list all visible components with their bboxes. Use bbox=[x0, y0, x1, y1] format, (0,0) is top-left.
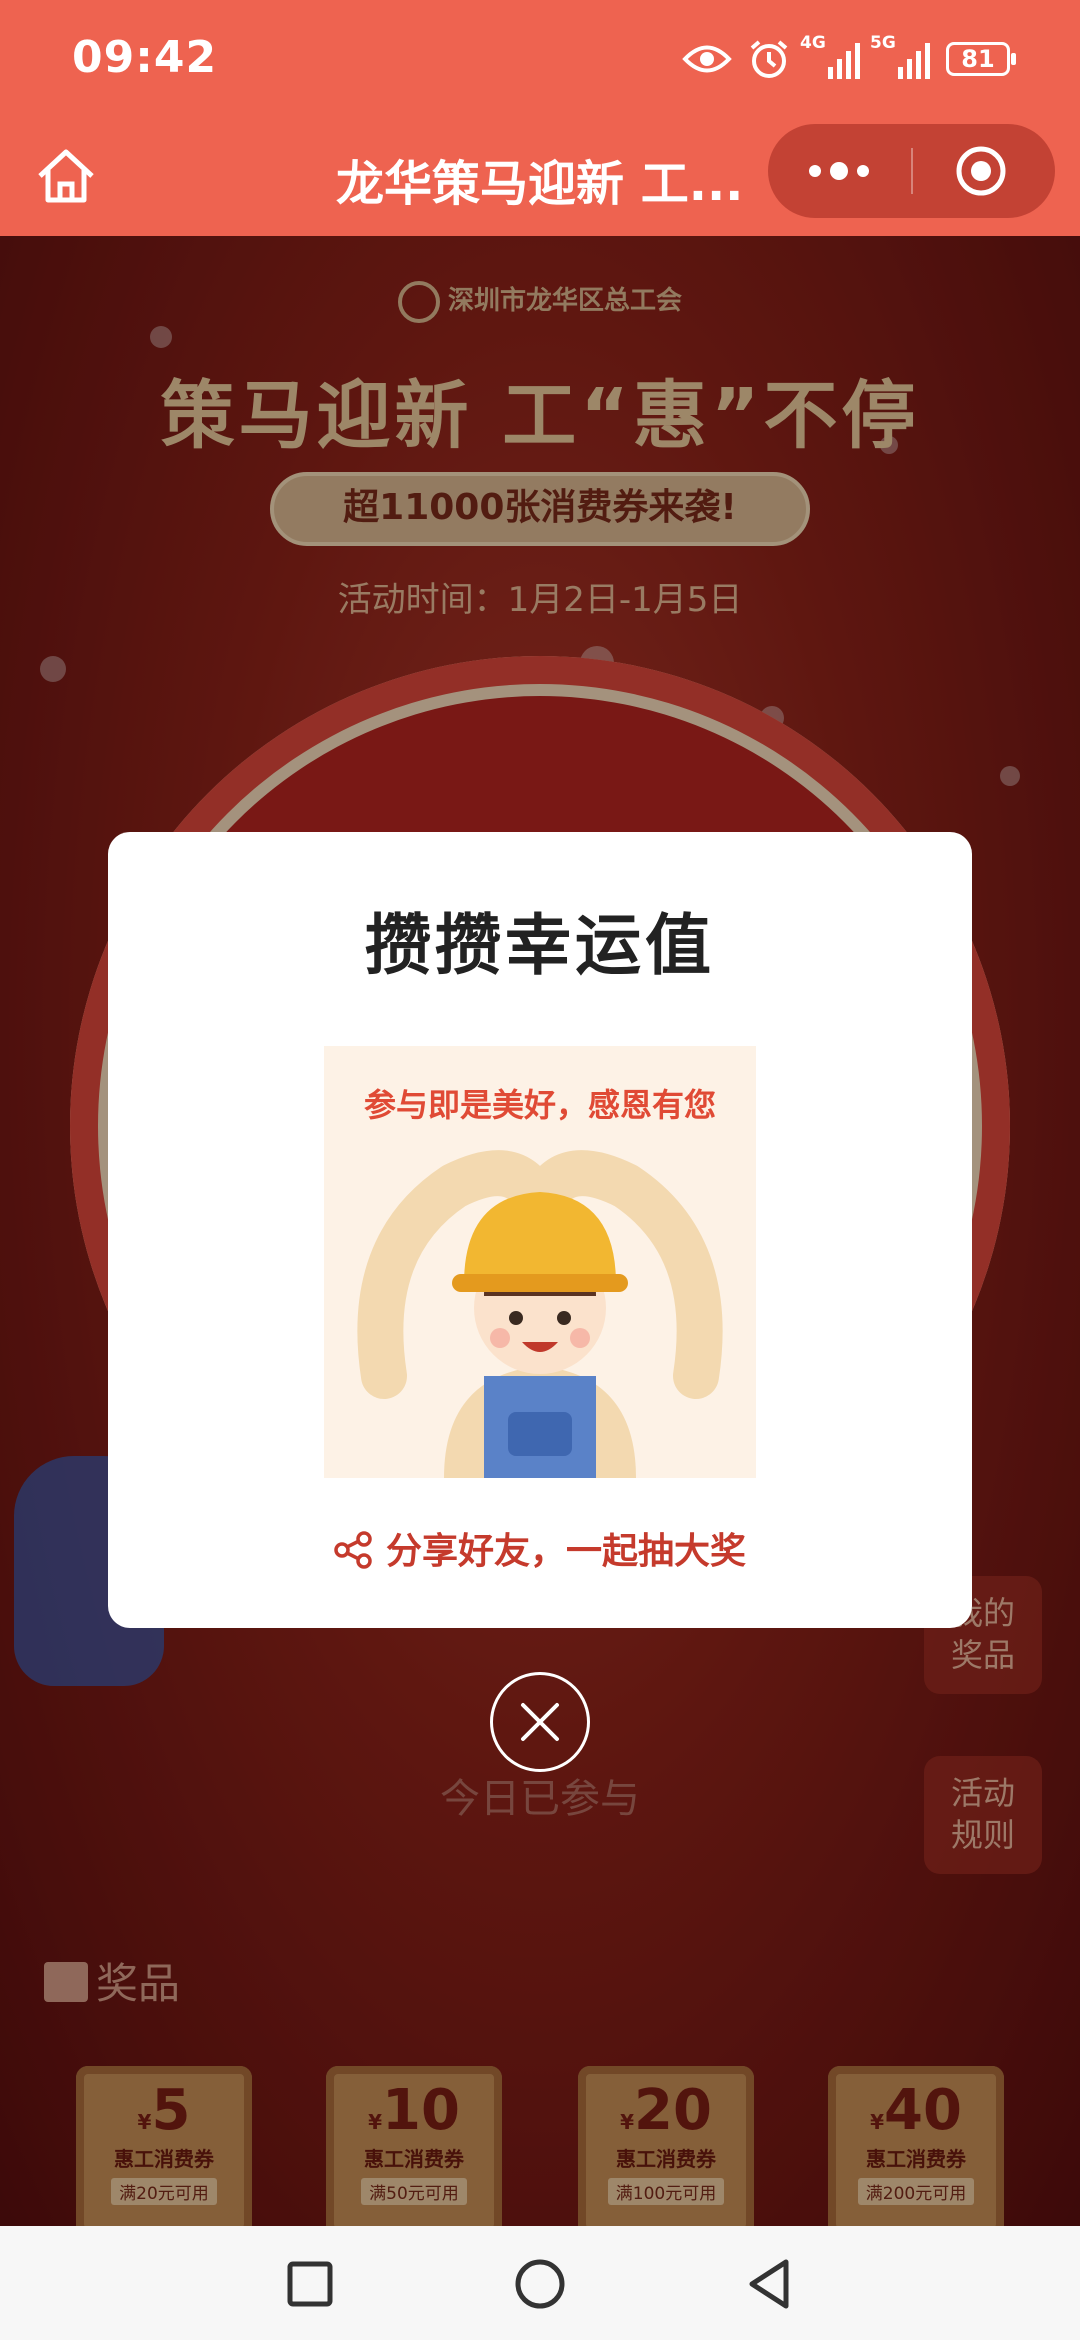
system-nav-bar bbox=[0, 2226, 1080, 2340]
recents-button[interactable] bbox=[270, 2244, 350, 2324]
exit-miniprogram-button[interactable] bbox=[913, 124, 1055, 218]
more-dots-icon bbox=[809, 162, 869, 180]
circle-icon bbox=[515, 2259, 565, 2309]
lucky-value-modal: 攒攒幸运值 参与即是美好，感恩有您 分享好友，一起抽大奖 bbox=[108, 832, 972, 1628]
eye-icon bbox=[682, 45, 732, 73]
back-button[interactable] bbox=[730, 2244, 810, 2324]
battery-icon: 81 bbox=[946, 42, 1016, 76]
close-modal-button[interactable] bbox=[490, 1672, 590, 1772]
home-nav-button[interactable] bbox=[500, 2244, 580, 2324]
back-triangle-icon bbox=[749, 2259, 789, 2309]
share-button[interactable]: 分享好友，一起抽大奖 bbox=[108, 1522, 972, 1574]
thank-you-illustration: 参与即是美好，感恩有您 bbox=[324, 1046, 756, 1478]
worker-character-icon bbox=[357, 1150, 723, 1478]
network-4g-label: 4G bbox=[800, 33, 826, 53]
signal-4g-icon: 4G bbox=[800, 33, 860, 79]
share-label: 分享好友，一起抽大奖 bbox=[385, 1531, 746, 1572]
more-button[interactable] bbox=[768, 124, 911, 218]
home-icon bbox=[38, 149, 94, 203]
close-icon bbox=[521, 1703, 559, 1741]
modal-title: 攒攒幸运值 bbox=[365, 907, 715, 984]
share-icon bbox=[334, 1531, 372, 1569]
alarm-icon bbox=[750, 40, 788, 78]
page-title: 龙华策马迎新 工... bbox=[336, 156, 744, 212]
status-bar: 09:42 4G 5G 81 bbox=[0, 0, 1080, 118]
status-icons: 4G 5G 81 bbox=[682, 30, 1016, 88]
home-button[interactable] bbox=[30, 140, 102, 212]
square-icon bbox=[287, 2261, 333, 2307]
signal-5g-icon: 5G bbox=[870, 33, 930, 79]
target-circle-icon bbox=[956, 146, 1006, 196]
status-time: 09:42 bbox=[72, 32, 218, 83]
menu-capsule bbox=[768, 124, 1055, 218]
title-bar: 龙华策马迎新 工... bbox=[0, 118, 1080, 236]
network-5g-label: 5G bbox=[870, 33, 896, 53]
